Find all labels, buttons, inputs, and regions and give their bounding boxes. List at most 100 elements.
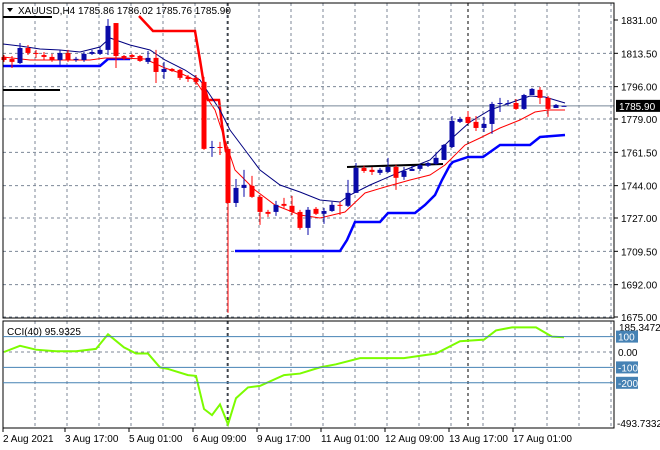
candle-body	[129, 55, 135, 57]
candle-body	[89, 51, 95, 54]
candle-body	[57, 52, 63, 60]
candle-body	[289, 205, 295, 212]
bearish-candle	[297, 209, 303, 230]
candle-body	[113, 23, 119, 56]
bullish-candle	[529, 87, 535, 96]
candle-body	[481, 123, 487, 128]
candle-body	[329, 204, 335, 211]
bearish-candle	[137, 55, 143, 62]
candle-body	[313, 208, 319, 214]
candle-body	[513, 103, 519, 109]
candle-body	[273, 204, 279, 212]
cci-level-label: 100	[618, 333, 635, 344]
candle-body	[505, 103, 511, 105]
candle-body	[105, 25, 111, 50]
time-tick-label: 9 Aug 17:00	[257, 434, 311, 445]
cci-level-label: 0.00	[618, 348, 638, 359]
candle-body	[473, 121, 479, 128]
symbol-label: XAUUSD,H4	[18, 6, 76, 17]
candle-body	[321, 210, 327, 214]
candle-body	[201, 81, 207, 149]
candle-body	[25, 47, 31, 53]
candle-body	[41, 55, 47, 57]
candle-body	[337, 204, 343, 206]
candle-body	[545, 97, 551, 109]
candle-body	[449, 120, 455, 147]
candle-body	[433, 157, 439, 164]
candle-body	[217, 146, 223, 148]
candle-body	[137, 55, 143, 61]
price-tick-label: 1761.50	[621, 148, 658, 159]
price-tick-label: 1779.00	[621, 115, 658, 126]
candle-body	[145, 57, 151, 62]
candle-body	[65, 52, 71, 60]
price-tick-label: 1813.50	[621, 49, 658, 60]
time-tick-label: 17 Aug 01:00	[513, 434, 572, 445]
candle-body	[209, 146, 215, 148]
candle-body	[169, 68, 175, 72]
time-tick-label: 13 Aug 17:00	[449, 434, 508, 445]
price-chart[interactable]: XAUUSD,H4 1785.86 1786.02 1785.76 1785.9…	[0, 0, 660, 450]
candle-body	[353, 167, 359, 193]
candle-body	[465, 116, 471, 123]
candle-body	[529, 88, 535, 96]
candle-body	[369, 169, 375, 172]
time-tick-label: 11 Aug 01:00	[321, 434, 380, 445]
cci-min-label: -493.7332	[617, 419, 660, 430]
candle-body	[257, 196, 263, 212]
candle-body	[233, 187, 239, 203]
time-tick-label: 2 Aug 2021	[3, 434, 54, 445]
time-tick-label: 3 Aug 17:00	[65, 434, 119, 445]
candle-body	[497, 103, 503, 105]
candle-body	[9, 59, 15, 62]
candle-body	[305, 209, 311, 228]
bullish-candle	[521, 93, 527, 110]
candle-body	[177, 69, 183, 78]
candle-body	[97, 49, 103, 54]
candle-body	[457, 119, 463, 122]
candle-body	[401, 170, 407, 177]
candle-body	[553, 104, 559, 108]
candle-body	[345, 192, 351, 206]
candle-body	[361, 167, 367, 171]
candle-body	[417, 164, 423, 169]
candle-body	[377, 169, 383, 173]
candle-body	[281, 203, 287, 206]
current-price-label: 1785.90	[619, 102, 656, 113]
candle-body	[153, 57, 159, 72]
candle-body	[249, 185, 255, 197]
price-tick-label: 1727.00	[621, 214, 658, 225]
candle-body	[385, 166, 391, 172]
candle-body	[121, 55, 127, 58]
time-tick-label: 12 Aug 09:00	[385, 434, 444, 445]
candle-body	[561, 105, 567, 107]
candle-body	[393, 166, 399, 178]
bullish-candle	[441, 143, 447, 160]
candle-body	[193, 77, 199, 82]
candle-body	[17, 47, 23, 64]
price-tick-label: 1744.00	[621, 182, 658, 193]
cci-level-label: -200	[618, 379, 638, 390]
price-tick-label: 1692.00	[621, 281, 658, 292]
cci-level-label: -100	[618, 363, 638, 374]
candle-body	[297, 211, 303, 228]
candle-body	[161, 68, 167, 72]
candle-body	[81, 53, 87, 60]
candle-body	[225, 148, 231, 203]
bearish-candle	[201, 76, 207, 150]
time-tick-label: 6 Aug 09:00	[193, 434, 247, 445]
price-tick-label: 1796.00	[621, 83, 658, 94]
candle-body	[489, 103, 495, 124]
candle-body	[241, 184, 247, 188]
price-tick-label: 1831.00	[621, 16, 658, 27]
candle-body	[49, 56, 55, 60]
candle-body	[33, 52, 39, 54]
candle-body	[441, 144, 447, 160]
candle-body	[185, 76, 191, 80]
candle-body	[1, 56, 7, 60]
time-tick-label: 5 Aug 01:00	[129, 434, 183, 445]
ohlc-readout: 1785.86 1786.02 1785.76 1785.90	[78, 6, 231, 17]
price-tick-label: 1709.50	[621, 247, 658, 258]
candle-body	[425, 162, 431, 166]
candle-body	[521, 95, 527, 109]
